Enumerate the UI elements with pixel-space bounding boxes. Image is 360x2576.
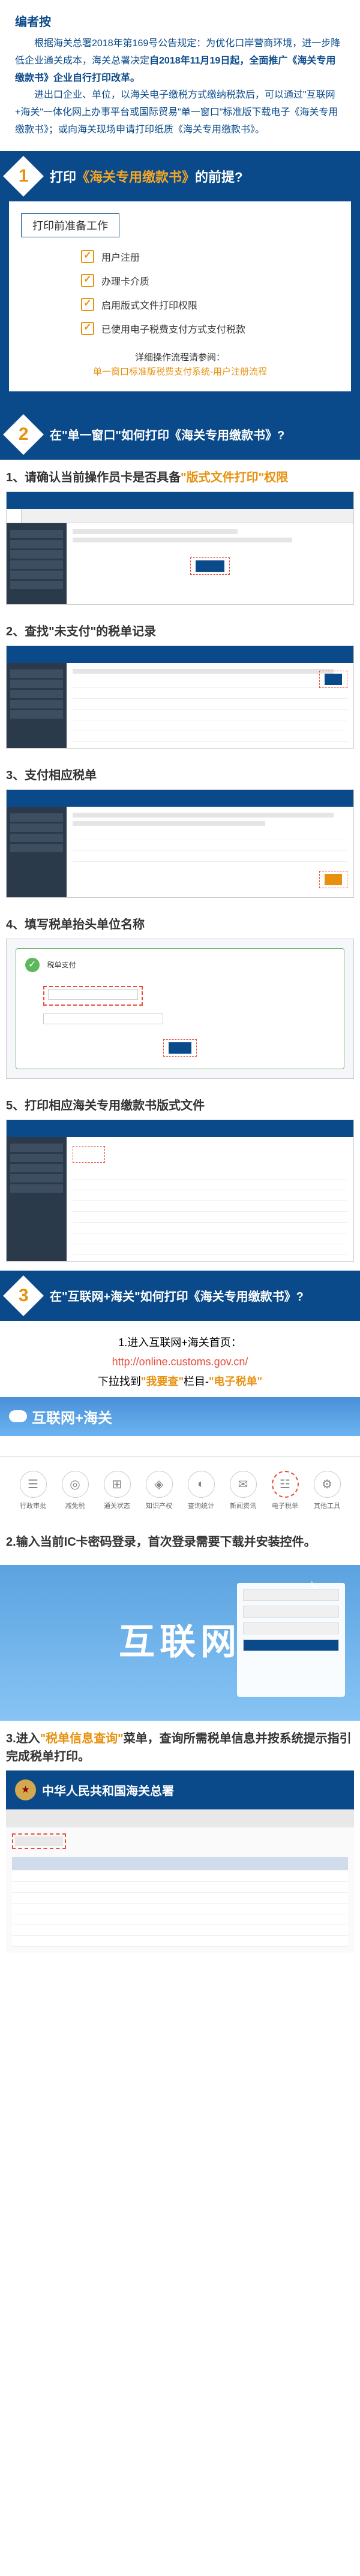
screenshot-mock [6,1120,354,1262]
login-button[interactable] [243,1639,339,1651]
service-icon: ◎ [62,1471,89,1498]
mock-sidebar [7,523,67,604]
screenshot-mock: 税单支付 [6,939,354,1079]
screenshot-mock [6,645,354,749]
internet-customs-portal: 互联网+海关 ☰行政审批 ◎减免税 ⊞通关状态 ◈知识产权 ◐查询统计 ✉新闻资… [0,1397,360,1524]
step-title: 5、打印相应海关专用缴款书版式文件 [6,1097,354,1115]
login-input[interactable] [243,1589,339,1601]
section-number-badge: 2 [3,414,44,455]
service-item[interactable]: ☰行政审批 [12,1471,54,1510]
portal-logo: 互联网+海关 [9,1406,351,1427]
service-icon: ✉ [230,1471,257,1498]
service-item-highlighted[interactable]: ☳电子税单 [264,1471,306,1510]
check-icon [81,250,94,263]
service-icons-grid: ☰行政审批 ◎减免税 ⊞通关状态 ◈知识产权 ◐查询统计 ✉新闻资讯 ☳电子税单… [0,1457,360,1524]
step-2-3: 3、支付相应税单 [0,758,360,907]
step-title: 3.进入"税单信息查询"菜单，查询所需税单信息并按系统提示指引完成税单打印。 [6,1730,354,1766]
check-icon [81,274,94,287]
editor-note: 编者按 根据海关总署2018年第169号公告规定：为优化口岸营商环境，进一步降低… [0,0,360,151]
service-icon: ⚙ [314,1471,341,1498]
customs-gov-mock: 中华人民共和国海关总署 [6,1770,354,1953]
section-3-title: 在"互联网+海关"如何打印《海关专用缴款书》? [50,1287,304,1304]
cloud-icon [9,1410,27,1422]
highlighted-permission [190,557,229,575]
step-2-2: 2、查找"未支付"的税单记录 [0,614,360,758]
highlighted-menu [12,1833,66,1849]
login-input[interactable] [243,1606,339,1618]
login-form[interactable] [237,1583,345,1697]
gov-site-title: 中华人民共和国海关总署 [42,1781,174,1799]
tax-form-icon: ☳ [272,1471,299,1498]
editor-note-para1: 根据海关总署2018年第169号公告规定：为优化口岸营商环境，进一步降低企业通关… [15,35,345,87]
section-3-header: 3 在"互联网+海关"如何打印《海关专用缴款书》? [0,1271,360,1321]
step-title: 4、填写税单抬头单位名称 [6,916,354,934]
section-1-title: 打印《海关专用缴款书》的前提? [50,167,242,186]
prep-work-section: 打印前准备工作 用户注册 办理卡介质 启用版式文件打印权限 已使用电子税费支付方… [0,201,360,409]
green-panel: 税单支付 [16,948,344,1069]
section-2-title: 在"单一窗口"如何打印《海关专用缴款书》? [50,426,284,443]
screenshot-mock [6,789,354,898]
section-1-header: 1 打印《海关专用缴款书》的前提? [0,151,360,201]
step-2-5: 5、打印相应海关专用缴款书版式文件 [0,1088,360,1271]
section-number-badge: 3 [3,1275,44,1316]
editor-note-title: 编者按 [15,12,345,29]
step-title: 1、请确认当前操作员卡是否具备"版式文件打印"权限 [6,469,354,487]
prep-item: 办理卡介质 [81,273,339,288]
service-icon: ☰ [20,1471,47,1498]
section-2-header: 2 在"单一窗口"如何打印《海关专用缴款书》? [0,409,360,460]
check-icon [81,322,94,335]
service-item[interactable]: ◎减免税 [54,1471,96,1510]
step-title: 2.输入当前IC卡密码登录，首次登录需要下载并安装控件。 [6,1533,354,1551]
service-item[interactable]: ⊞通关状态 [96,1471,138,1510]
service-item[interactable]: ◈知识产权 [138,1471,180,1510]
service-icon: ◈ [146,1471,173,1498]
screenshot-mock [6,491,354,605]
prep-work-title: 打印前准备工作 [21,213,119,237]
step-title: 3、支付相应税单 [6,767,354,785]
service-item[interactable]: ◐查询统计 [180,1471,222,1510]
step-2-1: 1、请确认当前操作员卡是否具备"版式文件打印"权限 [0,460,360,614]
customs-url: http://online.customs.gov.cn/ [9,1352,351,1371]
check-icon [81,298,94,311]
login-input[interactable] [243,1622,339,1634]
step-title: 2、查找"未支付"的税单记录 [6,623,354,641]
service-item[interactable]: ⚙其他工具 [306,1471,348,1510]
section3-intro: 1.进入互联网+海关首页： http://online.customs.gov.… [0,1321,360,1397]
prep-item: 已使用电子税费支付方式支付税款 [81,321,339,336]
login-banner: ✈ 互联网 [0,1565,360,1721]
section-number-badge: 1 [3,156,44,197]
prep-item: 启用版式文件打印权限 [81,297,339,312]
step-2-4: 4、填写税单抬头单位名称 税单支付 [0,907,360,1088]
success-icon [25,958,40,972]
service-item[interactable]: ✉新闻资讯 [222,1471,264,1510]
highlighted-input [43,986,143,1006]
step-3-3: 3.进入"税单信息查询"菜单，查询所需税单信息并按系统提示指引完成税单打印。 中… [0,1721,360,1962]
step-3-2: 2.输入当前IC卡密码登录，首次登录需要下载并安装控件。 [0,1524,360,1565]
national-emblem-icon [15,1779,36,1800]
editor-note-para2: 进出口企业、单位，以海关电子缴税方式缴纳税款后，可以通过"互联网+海关"一体化网… [15,87,345,138]
prep-footer: 详细操作流程请参阅： 单一窗口标准版税费支付系统-用户注册流程 [21,351,339,379]
service-icon: ⊞ [104,1471,131,1498]
prep-item: 用户注册 [81,249,339,264]
prep-checklist: 用户注册 办理卡介质 启用版式文件打印权限 已使用电子税费支付方式支付税款 [21,249,339,336]
service-icon: ◐ [188,1471,215,1498]
